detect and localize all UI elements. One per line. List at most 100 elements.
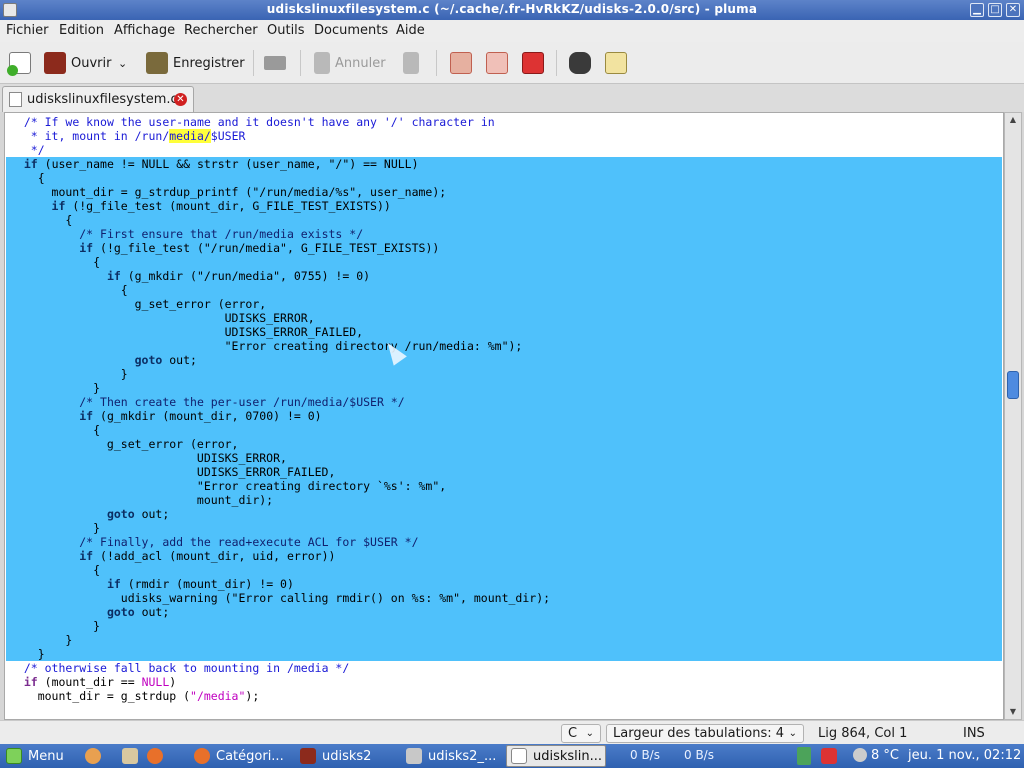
launcher-icon[interactable] — [122, 748, 138, 764]
code-line[interactable]: /* Finally, add the read+execute ACL for… — [6, 535, 1002, 549]
menu-edition[interactable]: Edition — [59, 23, 104, 38]
paste-button[interactable] — [522, 51, 544, 75]
launcher-icon[interactable] — [85, 748, 101, 764]
minimize-button[interactable]: ▁ — [970, 3, 984, 17]
code-line[interactable]: } — [6, 381, 1002, 395]
code-line[interactable]: } — [6, 521, 1002, 535]
code-line[interactable]: { — [6, 255, 1002, 269]
code-line[interactable]: UDISKS_ERROR, — [6, 311, 1002, 325]
code-line[interactable]: UDISKS_ERROR_FAILED, — [6, 465, 1002, 479]
undo-button[interactable]: Annuler — [314, 51, 386, 75]
clock[interactable]: jeu. 1 nov., 02:12 — [908, 748, 1021, 763]
cut-button[interactable] — [450, 51, 472, 75]
code-line[interactable]: UDISKS_ERROR_FAILED, — [6, 325, 1002, 339]
close-window-button[interactable]: ✕ — [1006, 3, 1020, 17]
code-line[interactable]: mount_dir); — [6, 493, 1002, 507]
firefox-icon[interactable] — [147, 748, 163, 764]
code-line[interactable]: /* If we know the user-name and it doesn… — [6, 115, 1002, 129]
tab-width-label: Largeur des tabulations: 4 — [613, 726, 785, 741]
code-line[interactable]: } — [6, 619, 1002, 633]
cursor-position: Lig 864, Col 1 — [818, 726, 908, 741]
code-line[interactable]: UDISKS_ERROR, — [6, 451, 1002, 465]
chevron-down-icon: ⌄ — [118, 56, 128, 70]
code-line[interactable]: goto out; — [6, 605, 1002, 619]
undo-label: Annuler — [335, 55, 386, 71]
close-tab-icon[interactable]: ✕ — [174, 93, 187, 106]
menu-rechercher[interactable]: Rechercher — [184, 23, 258, 38]
language-selector[interactable]: C ⌄ — [561, 724, 601, 743]
scissors-icon — [450, 52, 472, 74]
code-line[interactable]: "Error creating directory /run/media: %m… — [6, 339, 1002, 353]
code-editor[interactable]: /* If we know the user-name and it doesn… — [4, 112, 1004, 720]
code-line[interactable]: } — [6, 633, 1002, 647]
toolbar-separator — [253, 50, 254, 76]
code-line[interactable]: if (!g_file_test (mount_dir, G_FILE_TEST… — [6, 199, 1002, 213]
task-label: udisks2 — [322, 748, 372, 764]
code-line[interactable]: if (g_mkdir ("/run/media", 0755) != 0) — [6, 269, 1002, 283]
scroll-up-icon[interactable]: ▲ — [1005, 113, 1021, 127]
weather-icon[interactable] — [853, 748, 867, 762]
weather-temp[interactable]: 8 °C — [871, 748, 899, 763]
code-line[interactable]: * it, mount in /run/media/$USER — [6, 129, 1002, 143]
scroll-down-icon[interactable]: ▼ — [1005, 705, 1021, 719]
code-line[interactable]: { — [6, 213, 1002, 227]
copy-button[interactable] — [486, 51, 508, 75]
code-line[interactable]: mount_dir = g_strdup_printf ("/run/media… — [6, 185, 1002, 199]
tab-width-selector[interactable]: Largeur des tabulations: 4 ⌄ — [606, 724, 804, 743]
vertical-scrollbar[interactable]: ▲ ▼ — [1004, 112, 1022, 720]
code-line[interactable]: } — [6, 367, 1002, 381]
code-line[interactable]: mount_dir = g_strdup ("/media"); — [6, 689, 1002, 703]
code-content[interactable]: /* If we know the user-name and it doesn… — [6, 115, 1002, 703]
code-line[interactable]: g_set_error (error, — [6, 437, 1002, 451]
code-line[interactable]: "Error creating directory `%s': %m", — [6, 479, 1002, 493]
code-line[interactable]: } — [6, 647, 1002, 661]
code-line[interactable]: { — [6, 171, 1002, 185]
code-line[interactable]: if (!add_acl (mount_dir, uid, error)) — [6, 549, 1002, 563]
search-button[interactable] — [569, 51, 591, 75]
menu-outils[interactable]: Outils — [267, 23, 305, 38]
save-label: Enregistrer — [173, 55, 245, 71]
code-line[interactable]: /* otherwise fall back to mounting in /m… — [6, 661, 1002, 675]
toolbar: Ouvrir ⌄ Enregistrer Annuler — [0, 42, 1024, 84]
scrollbar-thumb[interactable] — [1007, 371, 1019, 399]
code-line[interactable]: if (mount_dir == NULL) — [6, 675, 1002, 689]
redo-button[interactable] — [403, 51, 419, 75]
menu-button[interactable]: Menu — [6, 747, 64, 765]
new-document-button[interactable] — [7, 51, 31, 76]
code-line[interactable]: /* Then create the per-user /run/media/$… — [6, 395, 1002, 409]
menu-affichage[interactable]: Affichage — [114, 23, 175, 38]
code-line[interactable]: */ — [6, 143, 1002, 157]
save-button[interactable]: Enregistrer — [146, 51, 245, 75]
menu-documents[interactable]: Documents — [314, 23, 388, 38]
code-line[interactable]: if (user_name != NULL && strstr (user_na… — [6, 157, 1002, 171]
code-line[interactable]: { — [6, 423, 1002, 437]
toolbar-separator — [436, 50, 437, 76]
code-line[interactable]: { — [6, 283, 1002, 297]
update-icon[interactable] — [821, 748, 837, 764]
code-line[interactable]: /* First ensure that /run/media exists *… — [6, 227, 1002, 241]
code-line[interactable]: { — [6, 563, 1002, 577]
code-line[interactable]: g_set_error (error, — [6, 297, 1002, 311]
task-categories[interactable]: Catégori... — [190, 745, 288, 767]
toolbar-separator — [556, 50, 557, 76]
open-recent-dropdown[interactable]: ⌄ — [118, 51, 127, 75]
code-line[interactable]: if (!g_file_test ("/run/media", G_FILE_T… — [6, 241, 1002, 255]
maximize-button[interactable]: □ — [988, 3, 1002, 17]
task-udiskslinux[interactable]: udiskslin... — [506, 745, 606, 767]
replace-button[interactable] — [605, 51, 627, 75]
chevron-down-icon: ⌄ — [788, 728, 797, 739]
network-icon[interactable] — [797, 747, 811, 765]
open-label: Ouvrir — [71, 55, 112, 71]
print-button[interactable] — [264, 51, 286, 75]
task-udisks2-folder[interactable]: udisks2_... — [402, 745, 500, 767]
code-line[interactable]: if (rmdir (mount_dir) != 0) — [6, 577, 1002, 591]
menu-fichier[interactable]: Fichier — [6, 23, 49, 38]
task-udisks2[interactable]: udisks2 — [296, 745, 394, 767]
tab-udiskslinuxfilesystem[interactable]: udiskslinuxfilesystem.c ✕ — [2, 86, 194, 112]
code-line[interactable]: udisks_warning ("Error calling rmdir() o… — [6, 591, 1002, 605]
open-button[interactable]: Ouvrir — [44, 51, 111, 75]
code-line[interactable]: if (g_mkdir (mount_dir, 0700) != 0) — [6, 409, 1002, 423]
code-line[interactable]: goto out; — [6, 507, 1002, 521]
code-line[interactable]: goto out; — [6, 353, 1002, 367]
menu-aide[interactable]: Aide — [396, 23, 425, 38]
